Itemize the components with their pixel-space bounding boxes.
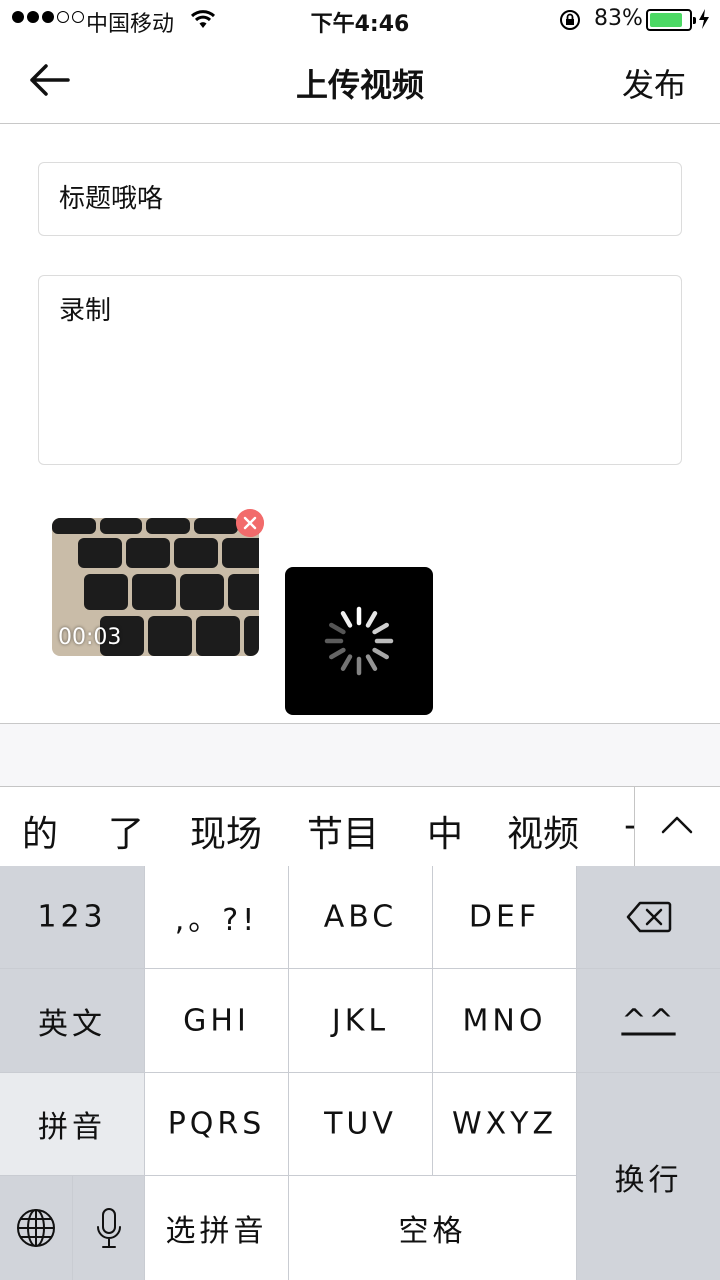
dictation-key[interactable]	[73, 1176, 144, 1280]
page-title: 上传视频	[295, 66, 424, 104]
key-mno-label: MNO	[462, 1003, 547, 1038]
battery-fill	[650, 13, 682, 27]
key-wxyz-label: WXYZ	[451, 1106, 558, 1142]
status-bar: 中国移动 下午4:46 83%	[0, 0, 720, 40]
punctuation-key-label: ,。?!	[174, 903, 259, 938]
rotation-lock-icon	[560, 10, 580, 30]
return-key[interactable]: 换行	[577, 1073, 720, 1280]
video-duration: 00:03	[58, 625, 122, 650]
video-description-input[interactable]: 录制	[38, 275, 682, 465]
emoticon-key[interactable]: ^^	[577, 969, 720, 1072]
key-ghi-label: GHI	[183, 1003, 250, 1038]
emoticon-key-label: ^^	[621, 1003, 676, 1038]
globe-icon	[17, 1209, 55, 1247]
candidate-word[interactable]: 的	[22, 805, 58, 857]
publish-button[interactable]: 发布	[622, 60, 686, 106]
uploading-video-placeholder	[285, 567, 433, 715]
spinner-icon	[324, 606, 394, 676]
chevron-up-icon	[661, 816, 693, 834]
key-jkl[interactable]: JKL	[289, 969, 432, 1072]
toolbar-area	[0, 724, 720, 786]
ime-candidate-bar: 的 了 现场 节目 中 视频 -	[0, 786, 720, 867]
key-ghi[interactable]: GHI	[145, 969, 288, 1072]
candidate-word[interactable]: 视频	[507, 805, 579, 857]
select-pinyin-key-label: 选拼音	[165, 1214, 268, 1249]
backspace-icon	[626, 901, 671, 933]
battery-percent: 83%	[594, 6, 643, 31]
candidate-word[interactable]: 现场	[190, 805, 262, 857]
english-key-label: 英文	[38, 1006, 106, 1042]
return-key-label: 换行	[614, 1162, 683, 1198]
numbers-key-label: 123	[37, 899, 107, 935]
close-icon[interactable]	[236, 509, 264, 537]
space-key-label: 空格	[398, 1214, 467, 1249]
candidate-word[interactable]: 节目	[307, 805, 379, 857]
video-thumbnail[interactable]: 00:03	[52, 518, 259, 656]
keyboard: 123 ,。?! ABC DEF 英文 GHI JKL MNO ^^ 拼音 PQ…	[0, 866, 720, 1280]
key-pqrs-label: PQRS	[167, 1106, 266, 1142]
key-def-label: DEF	[468, 899, 541, 935]
key-abc[interactable]: ABC	[289, 866, 432, 968]
expand-candidates-button[interactable]	[634, 787, 720, 867]
key-abc-label: ABC	[323, 899, 398, 935]
key-def[interactable]: DEF	[433, 866, 576, 968]
key-mno[interactable]: MNO	[433, 969, 576, 1072]
candidate-word[interactable]: 中	[427, 805, 463, 857]
key-pqrs[interactable]: PQRS	[145, 1073, 288, 1175]
key-wxyz[interactable]: WXYZ	[433, 1073, 576, 1175]
english-key[interactable]: 英文	[0, 969, 144, 1072]
numbers-key[interactable]: 123	[0, 866, 144, 968]
key-tuv-label: TUV	[324, 1106, 397, 1142]
select-pinyin-key[interactable]: 选拼音	[145, 1176, 288, 1280]
space-key[interactable]: 空格	[289, 1176, 576, 1280]
globe-key[interactable]	[0, 1176, 72, 1280]
battery-icon	[646, 9, 696, 31]
microphone-icon	[96, 1208, 121, 1248]
charging-icon	[699, 9, 709, 29]
pinyin-key-label: 拼音	[38, 1110, 106, 1145]
video-title-input[interactable]: 标题哦咯	[38, 162, 682, 236]
pinyin-key[interactable]: 拼音	[0, 1073, 144, 1175]
key-jkl-label: JKL	[331, 1003, 390, 1038]
candidate-word[interactable]: 了	[108, 805, 144, 857]
key-tuv[interactable]: TUV	[289, 1073, 432, 1175]
navigation-bar: 上传视频 发布	[0, 40, 720, 124]
punctuation-key[interactable]: ,。?!	[145, 866, 288, 968]
delete-key[interactable]	[577, 866, 720, 968]
